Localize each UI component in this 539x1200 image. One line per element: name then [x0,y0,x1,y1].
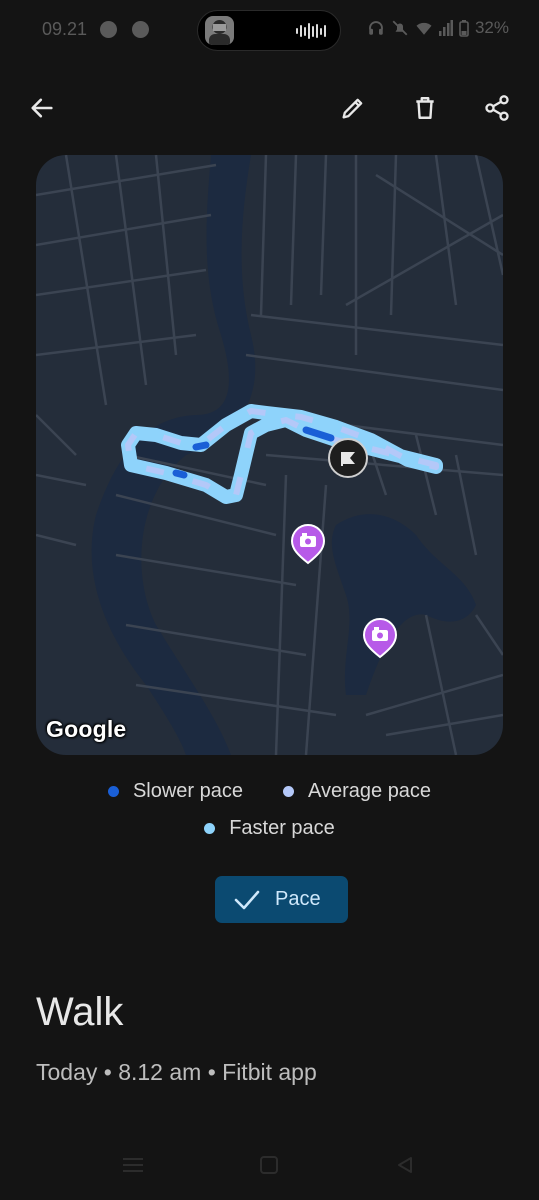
route-slower-segment [172,469,188,479]
audio-waveform-icon [296,23,326,39]
google-logo: Google [46,716,127,742]
triangle-back-icon [398,1157,412,1173]
status-time: 09.21 [42,19,88,39]
lake-shape [331,514,476,695]
activity-title: Walk [36,990,124,1034]
battery-icon [459,19,469,37]
activity-subtitle: Today • 8.12 am • Fitbit app [36,1059,317,1085]
menu-lines-icon [123,1158,143,1172]
status-icons: 32% [367,18,509,38]
wifi-icon [416,22,432,35]
legend-label: Slower pace [132,780,243,802]
faster-pace-dot-icon [204,823,216,834]
home-button[interactable] [252,1152,286,1178]
pencil-icon [342,98,363,119]
edit-button[interactable] [331,86,375,130]
pace-legend: Slower pace Average pace Faster pace [0,780,539,854]
media-thumbnail [205,16,234,45]
legend-faster-pace: Faster pace [204,817,335,840]
status-bar: 09.21 32% [0,0,539,60]
facebook-notification-icon [132,21,149,38]
recents-button[interactable] [115,1154,151,1176]
share-button[interactable] [475,86,519,130]
river-shape [91,155,256,755]
pace-chip-label: Pace [275,888,321,910]
facebook-notification-icon [100,21,117,38]
legend-label: Faster pace [229,817,335,839]
delete-button[interactable] [403,86,447,130]
back-nav-button[interactable] [388,1152,422,1178]
legend-slower-pace: Slower pace [107,780,243,803]
trash-icon [416,97,434,119]
dynamic-island-media-pill[interactable] [197,10,341,51]
slower-pace-dot-icon [107,786,119,797]
pace-filter-chip[interactable]: Pace [215,876,348,923]
square-icon [260,1156,278,1174]
back-button[interactable] [20,86,64,130]
photo-marker[interactable] [290,524,326,565]
finish-flag-marker[interactable] [328,438,368,478]
signal-icon [438,20,453,36]
share-icon [485,95,509,121]
route-map[interactable]: Google [36,155,503,755]
top-app-bar [0,80,539,136]
legend-average-pace: Average pace [283,780,431,803]
map-canvas [36,155,503,755]
headphones-icon [369,21,383,35]
arrow-left-icon [31,98,53,118]
battery-percent: 32% [474,18,509,37]
road-network [36,155,503,755]
checkmark-icon [234,890,260,909]
bell-off-icon [392,20,408,36]
legend-label: Average pace [308,780,432,802]
average-pace-dot-icon [283,786,294,797]
route-slower-segment [192,441,210,451]
system-navigation-bar [0,1140,539,1190]
